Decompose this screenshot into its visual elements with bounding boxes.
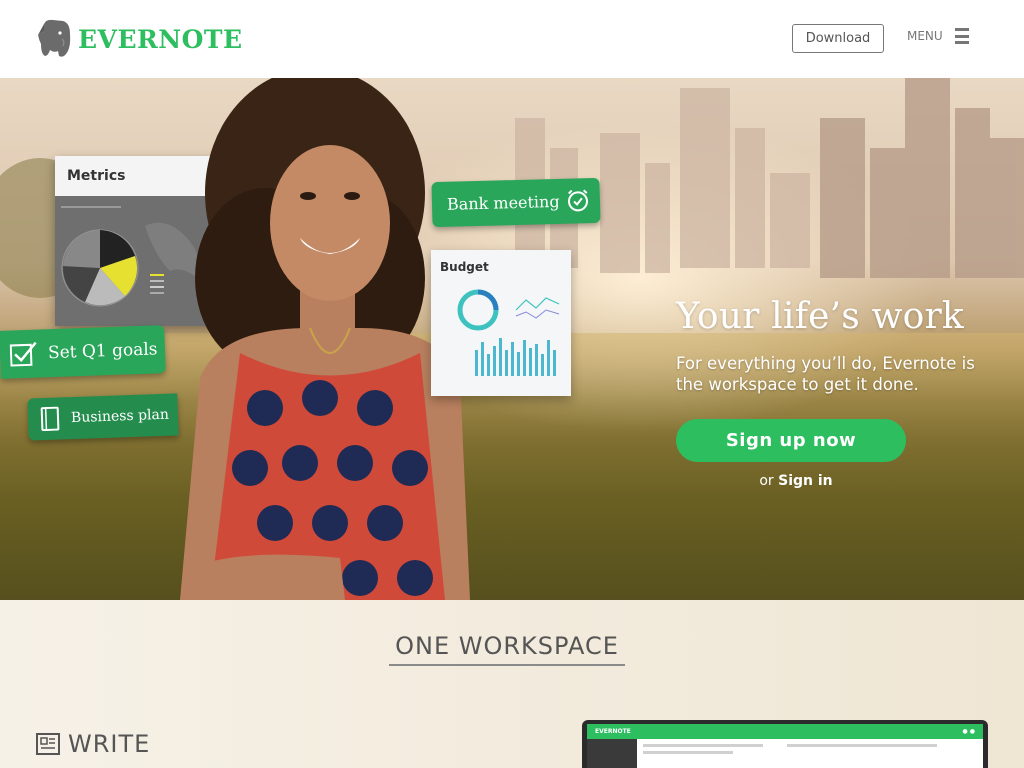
write-feature: WRITE <box>36 730 150 758</box>
hero-copy: Your life’s work For everything you’ll d… <box>676 296 996 395</box>
app-header-bar: EVERNOTE ● ● <box>587 724 983 739</box>
sign-in-prefix: or <box>759 473 774 489</box>
elephant-logo-icon <box>38 19 71 57</box>
budget-chart-graphic <box>457 289 560 376</box>
hamburger-menu-icon <box>954 28 969 44</box>
app-note-row <box>643 744 763 747</box>
logo-wordmark: EVERNOTE <box>78 24 243 54</box>
set-q1-goals-label: Set Q1 goals <box>47 339 158 364</box>
laptop-app-preview: EVERNOTE ● ● <box>582 720 988 768</box>
business-plan-tag: Business plan <box>27 393 179 441</box>
set-q1-goals-tag: Set Q1 goals <box>0 325 166 379</box>
hero-section: Metrics Budget Bank meeting Set Q1 goals… <box>0 78 1024 600</box>
write-heading: WRITE <box>68 730 151 758</box>
menu-button[interactable]: MENU <box>907 28 969 44</box>
app-screen: EVERNOTE ● ● <box>587 724 983 768</box>
sign-in-link[interactable]: Sign in <box>778 473 833 489</box>
note-document-icon <box>36 733 60 755</box>
app-bar-dots: ● ● <box>962 728 975 735</box>
sign-in-row: or Sign in <box>676 473 916 489</box>
evernote-logo[interactable]: EVERNOTE <box>36 18 243 60</box>
budget-card: Budget <box>431 250 571 396</box>
notebook-icon <box>40 406 60 432</box>
hero-subtitle: For everything you’ll do, Evernote is th… <box>676 354 975 394</box>
budget-card-title: Budget <box>440 260 489 274</box>
download-button[interactable]: Download <box>792 24 884 53</box>
bank-meeting-tag: Bank meeting <box>431 177 601 228</box>
menu-label: MENU <box>907 29 943 43</box>
app-sidebar <box>587 739 637 768</box>
business-plan-label: Business plan <box>70 406 170 427</box>
section-title: ONE WORKSPACE <box>389 632 625 666</box>
app-editor-row <box>787 744 937 747</box>
app-name: EVERNOTE <box>595 728 631 735</box>
site-header: EVERNOTE Download MENU <box>0 0 1024 78</box>
hero-title: Your life’s work <box>676 296 964 337</box>
bank-meeting-label: Bank meeting <box>446 191 560 214</box>
sign-up-button[interactable]: Sign up now <box>676 419 906 462</box>
alarm-clock-icon <box>567 189 588 212</box>
checkbox-icon <box>9 341 37 367</box>
app-note-row <box>643 751 733 754</box>
